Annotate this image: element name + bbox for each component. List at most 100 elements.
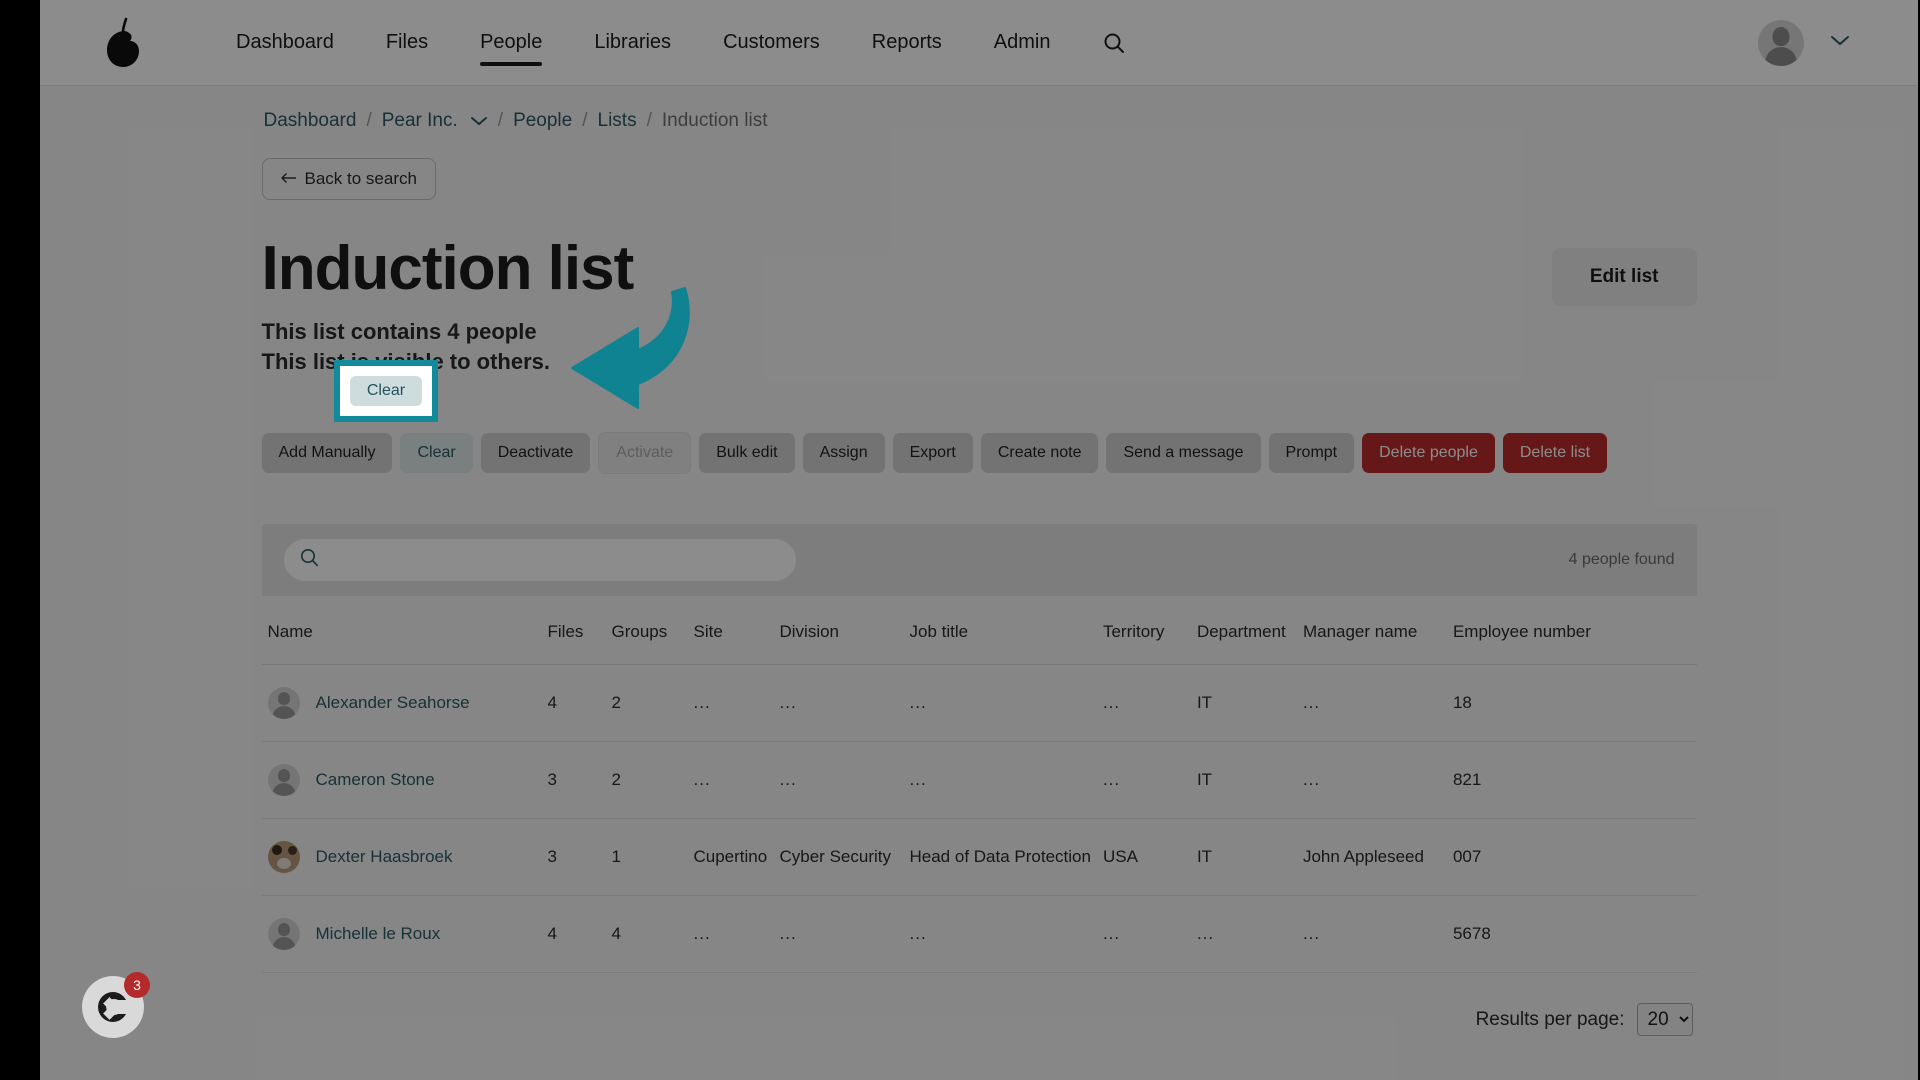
table-head: Name Files Groups Site Division Job titl… <box>261 596 1697 666</box>
avatar <box>267 687 300 720</box>
cell-employee-number: 007 <box>1446 818 1697 897</box>
breadcrumb-separator: / <box>497 110 504 131</box>
avatar[interactable] <box>1758 19 1804 66</box>
send-a-message-button[interactable]: Send a message <box>1106 433 1261 474</box>
nav-label: Reports <box>871 31 942 53</box>
search-input-wrapper[interactable] <box>283 539 796 582</box>
table-row[interactable]: Cameron Stone 3 2 ... ... ... ... IT ...… <box>261 741 1697 820</box>
user-menu[interactable] <box>1758 19 1878 66</box>
bulk-edit-button[interactable]: Bulk edit <box>699 433 795 474</box>
activate-button[interactable]: Activate <box>598 432 692 475</box>
nav-item-dashboard[interactable]: Dashboard <box>210 1 360 84</box>
person-name-link[interactable]: Dexter Haasbroek <box>316 847 453 867</box>
assign-button[interactable]: Assign <box>802 433 885 474</box>
results-per-page-select[interactable]: 20 <box>1636 1003 1693 1037</box>
action-toolbar: Add Manually Clear Deactivate Activate B… <box>261 432 1697 475</box>
nav-items: Dashboard Files People Libraries Custome… <box>210 1 1125 84</box>
page-header-text: Induction list This list contains 4 peop… <box>261 234 635 376</box>
breadcrumb-item-dashboard[interactable]: Dashboard <box>264 110 357 132</box>
list-count-text: This list contains 4 people <box>261 319 537 345</box>
column-header-groups[interactable]: Groups <box>605 596 688 666</box>
clear-button[interactable]: Clear <box>400 433 473 474</box>
cell-groups: 4 <box>605 895 688 974</box>
cell-department: IT <box>1190 741 1297 820</box>
cell-division: ... <box>773 741 904 820</box>
breadcrumb-item-people[interactable]: People <box>513 110 572 132</box>
column-header-department[interactable]: Department <box>1190 596 1297 666</box>
avatar-body <box>1765 46 1797 66</box>
breadcrumb-item-org[interactable]: Pear Inc. <box>382 110 458 132</box>
content-container: Dashboard / Pear Inc. / People / Lists /… <box>261 86 1697 1037</box>
cell-files: 3 <box>541 818 606 897</box>
cell-files: 4 <box>541 664 606 743</box>
column-header-manager-name[interactable]: Manager name <box>1296 596 1447 666</box>
breadcrumb-separator: / <box>366 110 372 131</box>
column-header-files[interactable]: Files <box>541 596 606 666</box>
avatar <box>267 841 300 874</box>
breadcrumb: Dashboard / Pear Inc. / People / Lists /… <box>262 110 1697 132</box>
nav-item-admin[interactable]: Admin <box>968 1 1077 84</box>
cell-name: Cameron Stone <box>261 741 542 820</box>
browser-viewport: Dashboard Files People Libraries Custome… <box>40 0 1918 1080</box>
edit-list-button[interactable]: Edit list <box>1551 248 1697 306</box>
cell-job-title: Head of Data Protection <box>903 818 1097 897</box>
deactivate-button[interactable]: Deactivate <box>480 433 591 474</box>
cell-name: Michelle le Roux <box>261 895 542 974</box>
nav-item-libraries[interactable]: Libraries <box>568 1 697 84</box>
nav-item-people[interactable]: People <box>454 1 568 84</box>
avatar <box>267 764 300 797</box>
back-to-search-button[interactable]: Back to search <box>261 158 436 200</box>
search-icon[interactable] <box>1103 32 1125 54</box>
cell-name: Alexander Seahorse <box>261 664 542 743</box>
table-row[interactable]: Alexander Seahorse 4 2 ... ... ... ... I… <box>261 664 1697 743</box>
person-name-cell: Cameron Stone <box>267 764 536 797</box>
pear-logo-icon[interactable] <box>102 17 146 69</box>
cell-manager-name: ... <box>1296 741 1447 820</box>
search-panel: 4 people found <box>261 524 1697 597</box>
table-row[interactable]: Dexter Haasbroek 3 1 Cupertino Cyber Sec… <box>261 818 1697 897</box>
cell-department: IT <box>1190 818 1297 897</box>
cell-department: IT <box>1190 664 1297 743</box>
column-header-job-title[interactable]: Job title <box>903 596 1097 666</box>
search-input[interactable] <box>328 550 780 571</box>
cell-division: ... <box>773 664 904 743</box>
person-name-link[interactable]: Cameron Stone <box>316 770 435 790</box>
nav-label: Dashboard <box>236 31 334 53</box>
table-row[interactable]: Michelle le Roux 4 4 ... ... ... ... ...… <box>261 895 1697 974</box>
nav-item-files[interactable]: Files <box>360 1 454 84</box>
column-header-employee-number[interactable]: Employee number <box>1446 596 1697 666</box>
cell-site: ... <box>687 664 774 743</box>
column-header-division[interactable]: Division <box>773 596 904 666</box>
cell-groups: 2 <box>605 741 688 820</box>
chevron-down-icon[interactable] <box>1830 34 1850 52</box>
person-name-link[interactable]: Michelle le Roux <box>316 924 441 944</box>
nav-item-customers[interactable]: Customers <box>697 1 846 84</box>
nav-label: People <box>480 31 543 53</box>
back-to-search-label: Back to search <box>304 169 417 188</box>
arrow-left-icon <box>280 169 297 189</box>
page-title: Induction list <box>261 234 635 303</box>
chat-badge-count: 3 <box>124 972 150 998</box>
person-name-link[interactable]: Alexander Seahorse <box>316 693 470 713</box>
prompt-button[interactable]: Prompt <box>1268 433 1355 474</box>
cell-employee-number: 821 <box>1446 741 1697 820</box>
nav-item-reports[interactable]: Reports <box>846 1 968 84</box>
column-header-territory[interactable]: Territory <box>1096 596 1191 666</box>
create-note-button[interactable]: Create note <box>980 433 1099 474</box>
cell-name: Dexter Haasbroek <box>261 818 542 897</box>
export-button[interactable]: Export <box>892 433 973 474</box>
cell-territory: ... <box>1096 741 1191 820</box>
chat-widget[interactable]: 3 <box>82 972 150 1038</box>
column-header-name[interactable]: Name <box>261 596 542 666</box>
person-name-cell: Michelle le Roux <box>267 918 536 951</box>
breadcrumb-item-lists[interactable]: Lists <box>598 110 637 132</box>
people-table: Name Files Groups Site Division Job titl… <box>261 596 1697 974</box>
breadcrumb-separator: / <box>646 110 652 131</box>
chevron-down-icon[interactable] <box>470 115 488 127</box>
delete-people-button[interactable]: Delete people <box>1362 433 1495 474</box>
cell-site: ... <box>687 895 774 974</box>
list-visibility-text: This list is visible to others. <box>261 348 551 374</box>
add-manually-button[interactable]: Add Manually <box>261 433 393 474</box>
delete-list-button[interactable]: Delete list <box>1502 433 1608 474</box>
column-header-site[interactable]: Site <box>687 596 774 666</box>
